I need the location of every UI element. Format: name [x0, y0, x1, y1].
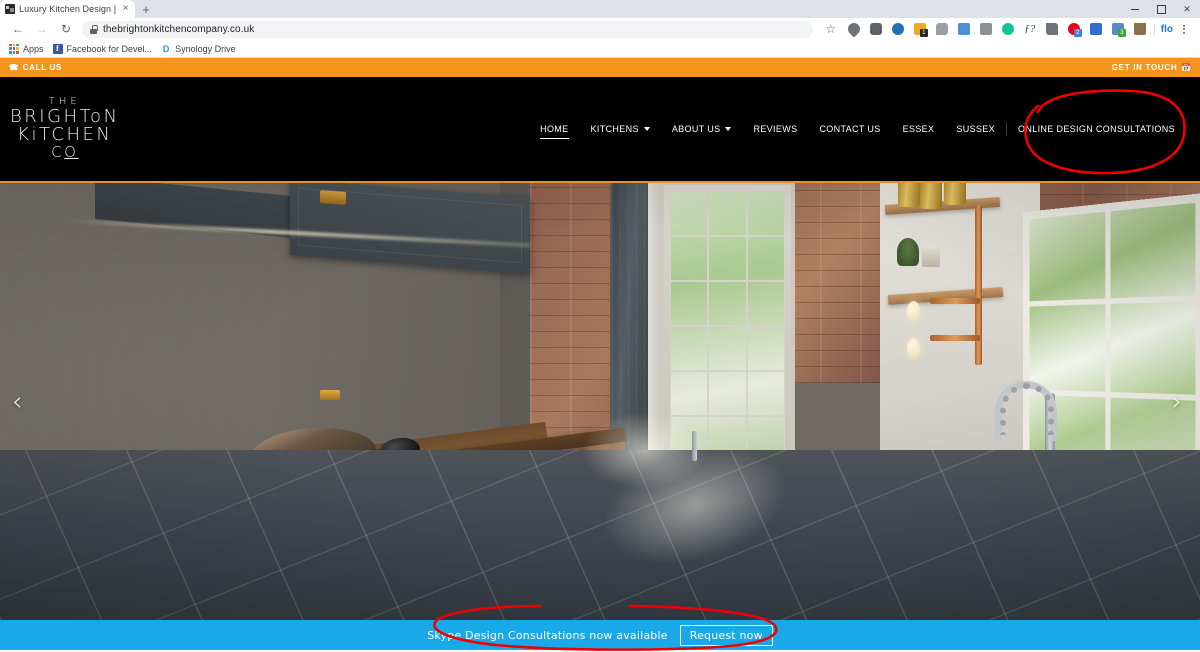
promo-banner-text: Skype Design Consultations now available: [427, 628, 668, 642]
grammar-g-icon[interactable]: [975, 19, 997, 39]
chrome-menu-icon[interactable]: [1176, 19, 1192, 39]
site-header: THE BRIGHToN KiTCHEN CO HOME KITCHENS AB…: [0, 77, 1200, 183]
nav-label: KITCHENS: [590, 124, 639, 134]
gold-vessel: [898, 183, 920, 207]
lock-icon: [90, 24, 98, 34]
apps-grid-icon: [9, 43, 19, 54]
nav-item-about-us[interactable]: ABOUT US: [661, 120, 743, 138]
nav-label: ABOUT US: [671, 124, 721, 134]
camera-extension-icon[interactable]: [865, 19, 887, 39]
nav-item-home[interactable]: HOME: [529, 120, 579, 139]
copper-pipe: [975, 205, 982, 305]
pin-extension-icon[interactable]: [843, 19, 865, 39]
code-extension-icon[interactable]: 3: [1107, 19, 1129, 39]
flo-extension-label[interactable]: flo: [1158, 24, 1176, 35]
promo-banner: Skype Design Consultations now available…: [0, 620, 1200, 650]
close-icon[interactable]: ×: [120, 4, 131, 14]
gold-vessel: [944, 183, 966, 205]
copper-pipe: [930, 335, 980, 341]
bookmark-star-icon[interactable]: ☆: [819, 19, 843, 39]
browser-tab[interactable]: Luxury Kitchen Design | The Brigh ×: [0, 0, 135, 18]
close-window-button[interactable]: ✕: [1174, 0, 1200, 18]
pinterest-extension-icon[interactable]: 2: [1063, 19, 1085, 39]
bookmark-label: Synology Drive: [175, 43, 236, 54]
speech-bubble-icon[interactable]: [931, 19, 953, 39]
pen-extension-icon[interactable]: [1129, 19, 1151, 39]
globe-extension-icon[interactable]: [887, 19, 909, 39]
nav-label: REVIEWS: [753, 124, 798, 134]
nav-item-essex[interactable]: ESSEX: [892, 120, 946, 138]
facebook-icon: f: [52, 43, 63, 54]
main-navigation: HOME KITCHENS ABOUT US REVIEWS CONTACT U…: [529, 120, 1186, 139]
extensions-strip: ☆ 1 ƒ? 2 3 flo: [819, 19, 1194, 39]
grammarly-icon[interactable]: [997, 19, 1019, 39]
reload-icon[interactable]: ↻: [54, 19, 78, 39]
synology-icon: D: [161, 43, 172, 54]
chevron-down-icon: [643, 127, 650, 131]
bookmark-facebook[interactable]: f Facebook for Devel...: [51, 43, 160, 54]
bookmark-apps[interactable]: Apps: [7, 43, 51, 54]
nav-item-sussex[interactable]: SUSSEX: [945, 120, 1006, 138]
nav-label: SUSSEX: [956, 124, 996, 134]
back-icon[interactable]: ←: [6, 19, 30, 39]
browser-toolbar: ← → ↻ thebrightonkitchencompany.co.uk ☆ …: [0, 18, 1200, 40]
call-us-link[interactable]: ☎ CALL US: [8, 63, 62, 72]
door-handle: [692, 431, 697, 461]
browser-window: Luxury Kitchen Design | The Brigh × + ✕ …: [0, 0, 1200, 652]
blue-box-icon[interactable]: [953, 19, 975, 39]
nav-item-reviews[interactable]: REVIEWS: [742, 120, 808, 138]
logo-line-co: CO: [51, 143, 79, 162]
italic-f-icon[interactable]: ƒ?: [1019, 19, 1041, 39]
nav-label: ONLINE DESIGN CONSULTATIONS: [1018, 124, 1175, 134]
copper-pipe: [930, 298, 980, 304]
hero-slider: ‹ ›: [0, 183, 1200, 620]
slider-prev-arrow[interactable]: ‹: [12, 389, 22, 415]
nav-item-online-design-consultations[interactable]: ONLINE DESIGN CONSULTATIONS: [1007, 120, 1186, 138]
bookmark-synology[interactable]: D Synology Drive: [159, 43, 243, 54]
bookmark-label: Apps: [23, 43, 44, 54]
new-tab-button[interactable]: +: [135, 0, 157, 18]
toolbar-divider: [1153, 23, 1155, 35]
tab-title: Luxury Kitchen Design | The Brigh: [19, 4, 116, 14]
nav-label: ESSEX: [902, 124, 935, 134]
bookmark-label: Facebook for Devel...: [66, 43, 153, 54]
nav-item-contact-us[interactable]: CONTACT US: [808, 120, 891, 138]
copper-pipe: [975, 295, 982, 365]
request-now-button[interactable]: Request now: [679, 624, 773, 646]
floor-sunlight: [580, 410, 710, 490]
calendar-icon: 📅: [1181, 63, 1192, 72]
tap-spring-coil: [1000, 383, 1054, 435]
light-bulb: [907, 301, 920, 321]
brass-handle: [320, 190, 346, 205]
get-in-touch-link[interactable]: GET IN TOUCH 📅: [1112, 63, 1192, 72]
gold-vessel: [920, 183, 942, 209]
nav-item-kitchens[interactable]: KITCHENS: [580, 120, 661, 138]
phone-icon: ☎: [8, 63, 19, 72]
arrow-extension-icon[interactable]: [1041, 19, 1063, 39]
minimize-button[interactable]: [1122, 0, 1148, 18]
site-favicon: [5, 4, 15, 14]
bookmarks-bar: Apps f Facebook for Devel... D Synology …: [0, 40, 1200, 58]
nav-label: CONTACT US: [819, 124, 881, 134]
page-viewport: ☎ CALL US GET IN TOUCH 📅 THE BRIGHToN Ki…: [0, 58, 1200, 652]
tab-strip: Luxury Kitchen Design | The Brigh × + ✕: [0, 0, 1200, 18]
brass-handle: [320, 390, 340, 400]
chat-extension-icon[interactable]: 1: [909, 19, 931, 39]
forward-icon[interactable]: →: [30, 19, 54, 39]
url-text: thebrightonkitchencompany.co.uk: [103, 23, 255, 35]
call-us-label: CALL US: [22, 63, 63, 72]
address-bar[interactable]: thebrightonkitchencompany.co.uk: [82, 20, 813, 38]
window-controls: ✕: [1122, 0, 1200, 18]
site-utility-bar: ☎ CALL US GET IN TOUCH 📅: [0, 58, 1200, 77]
blue-tile-icon[interactable]: [1085, 19, 1107, 39]
get-in-touch-label: GET IN TOUCH: [1111, 63, 1178, 72]
nav-label: HOME: [540, 124, 569, 134]
potted-plant: [897, 238, 919, 266]
chevron-down-icon: [725, 127, 732, 131]
maximize-button[interactable]: [1148, 0, 1174, 18]
site-logo[interactable]: THE BRIGHToN KiTCHEN CO: [10, 96, 120, 162]
light-bulb: [907, 338, 920, 358]
ceramic-pot: [922, 249, 940, 267]
slider-next-arrow[interactable]: ›: [1172, 389, 1182, 415]
